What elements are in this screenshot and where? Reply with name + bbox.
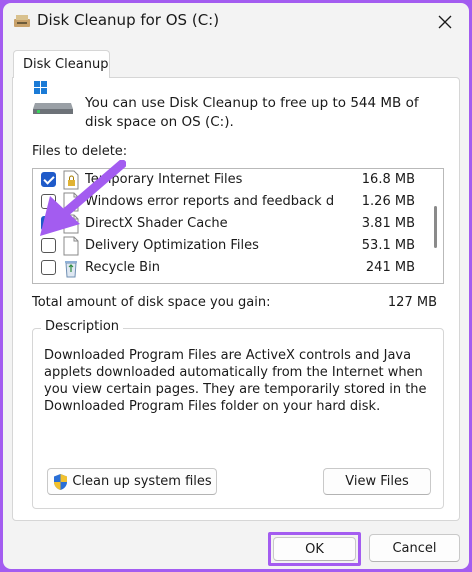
item-size: 16.8 MB — [361, 172, 415, 187]
item-size: 1.26 MB — [361, 194, 415, 209]
ok-button[interactable]: OK — [273, 537, 356, 561]
list-item[interactable]: Windows error reports and feedback di...… — [33, 191, 429, 213]
cancel-button[interactable]: Cancel — [369, 534, 460, 562]
lock-file-icon — [63, 170, 79, 190]
item-checkbox[interactable] — [41, 238, 56, 253]
uac-shield-icon — [54, 473, 68, 490]
recycle-bin-icon — [65, 261, 77, 278]
window-title: Disk Cleanup for OS (C:) — [37, 11, 220, 29]
item-checkbox[interactable] — [41, 216, 56, 231]
item-size: 3.81 MB — [361, 216, 415, 231]
item-checkbox[interactable] — [41, 172, 56, 187]
list-item[interactable]: Recycle Bin 241 MB — [33, 257, 429, 279]
tab-disk-cleanup[interactable]: Disk Cleanup — [13, 50, 110, 78]
disk-cleanup-app-icon — [14, 15, 30, 27]
item-checkbox[interactable] — [41, 194, 56, 209]
clean-up-system-files-label: Clean up system files — [72, 474, 212, 489]
files-to-delete-label: Files to delete: — [32, 144, 128, 159]
total-space-value: 127 MB — [387, 295, 437, 310]
description-legend: Description — [41, 319, 124, 334]
disk-cleanup-window: Disk Cleanup for OS (C:) Disk Cleanup Yo… — [3, 3, 469, 569]
disk-cleanup-panel: You can use Disk Cleanup to free up to 5… — [12, 77, 460, 521]
description-group: Description Downloaded Program Files are… — [32, 319, 444, 509]
file-icon — [63, 192, 79, 212]
item-name: DirectX Shader Cache — [85, 216, 228, 231]
title-bar[interactable]: Disk Cleanup for OS (C:) — [3, 3, 469, 39]
close-icon — [438, 15, 452, 29]
item-checkbox[interactable] — [41, 260, 56, 275]
total-space-label: Total amount of disk space you gain: — [32, 295, 271, 310]
view-files-button[interactable]: View Files — [323, 468, 431, 495]
file-icon — [63, 214, 79, 234]
list-item[interactable]: DirectX Shader Cache 3.81 MB — [33, 213, 429, 235]
scrollbar-thumb[interactable] — [434, 206, 437, 248]
list-item[interactable]: Temporary Internet Files 16.8 MB — [33, 169, 429, 191]
item-name: Windows error reports and feedback di... — [85, 194, 335, 209]
drive-icon — [33, 81, 73, 114]
files-list[interactable]: Temporary Internet Files 16.8 MB Windows… — [32, 168, 444, 284]
item-size: 53.1 MB — [361, 238, 415, 253]
list-item[interactable]: Delivery Optimization Files 53.1 MB — [33, 235, 429, 257]
close-button[interactable] — [425, 7, 465, 37]
item-name: Delivery Optimization Files — [85, 238, 259, 253]
info-text: You can use Disk Cleanup to free up to 5… — [85, 95, 419, 130]
description-text: Downloaded Program Files are ActiveX con… — [44, 348, 427, 414]
file-icon — [63, 236, 79, 256]
clean-up-system-files-button[interactable]: Clean up system files — [47, 468, 217, 495]
item-name: Recycle Bin — [85, 260, 160, 275]
item-size: 241 MB — [365, 260, 415, 275]
item-name: Temporary Internet Files — [85, 172, 243, 187]
list-scrollbar[interactable] — [429, 169, 443, 283]
